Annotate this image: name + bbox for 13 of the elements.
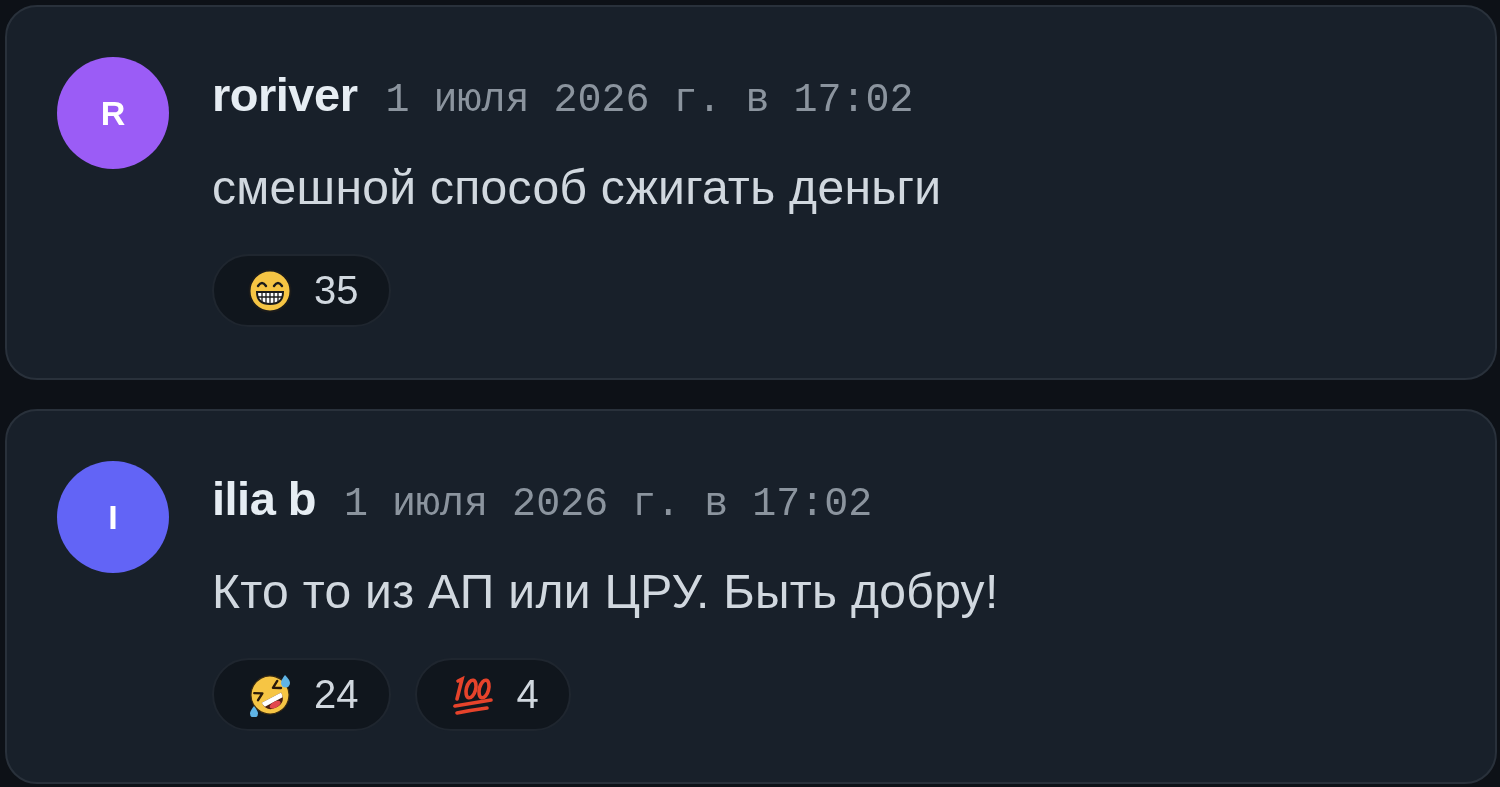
reaction-button[interactable]: 24 [212, 658, 391, 731]
comment-text: Кто то из АП или ЦРУ. Быть добру! [212, 564, 999, 620]
author-name: ilia b [212, 471, 317, 527]
comment-timestamp: 1 июля 2026 г. в 17:02 [385, 77, 914, 125]
reaction-button[interactable]: 4 [414, 658, 571, 731]
comment-text: смешной способ сжигать деньги [212, 160, 942, 216]
laughing-face-icon [248, 672, 292, 717]
comment-timestamp: 1 июля 2026 г. в 17:02 [344, 481, 873, 529]
user-avatar: I [57, 461, 169, 573]
grinning-face-icon [248, 268, 292, 313]
user-avatar: R [57, 57, 169, 169]
reaction-button[interactable]: 35 [212, 254, 391, 327]
author-name: roriver [212, 67, 358, 123]
